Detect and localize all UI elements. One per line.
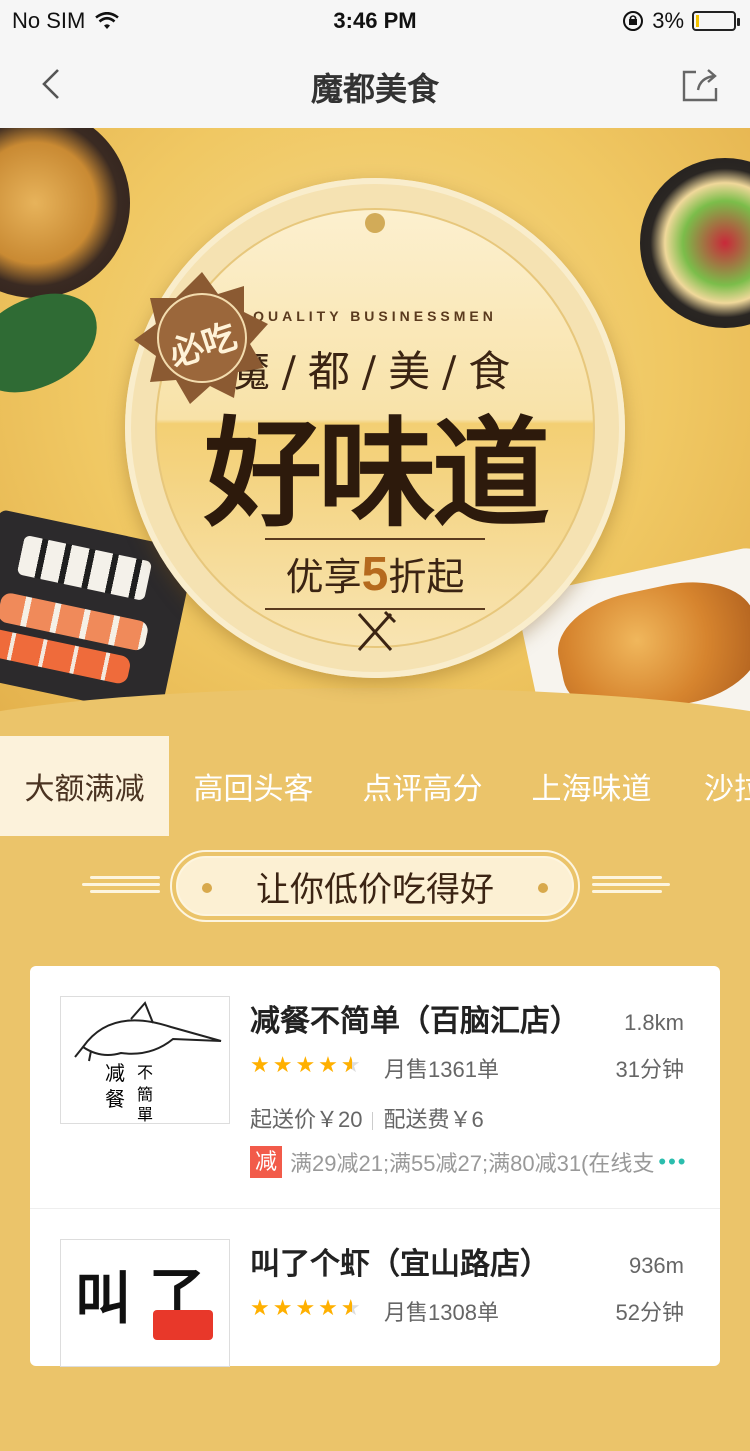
banner-offer: 优享5折起 [265,538,485,610]
banner-medallion: QUALITY BUSINESSMEN 魔/都/美/食 好味道 优享5折起 [125,178,625,678]
offer-prefix: 优享 [285,557,362,599]
tab-shanghai-flavor[interactable]: 上海味道 [507,736,676,836]
tab-label: 高回头客 [193,773,314,806]
battery-icon [692,11,740,31]
offer-number: 5 [361,548,389,601]
shop-name: 叫了个虾（宜山路店） [250,1248,550,1281]
rating-stars: ★★★★★★ [250,1295,364,1320]
tab-label: 点评高分 [362,773,483,806]
logo-char: 减 [105,1061,125,1085]
min-order: 起送价￥20 [250,1107,363,1132]
nav-bar: 魔都美食 [0,42,750,128]
share-icon[interactable] [678,62,722,106]
slogan-decor-right [592,872,670,902]
shop-distance: 936m [628,1253,684,1278]
shop-logo: 减 不 餐 簡 單 [60,996,230,1124]
list-item[interactable]: 叫 了 叫了个虾（宜山路店） 936m ★★★★★★ 月售1308单 52分钟 [30,1209,720,1451]
monthly-sales: 月售1361单 [384,1057,499,1082]
logo-char: 單 [137,1105,154,1124]
tab-label: 上海味道 [531,773,652,806]
food-plate-chicken-image [0,128,130,298]
slogan-dot-left [202,883,212,893]
slogan-text: 让你低价吃得好 [256,870,494,909]
logo-char: 不 [137,1063,154,1082]
orientation-lock-icon [623,11,644,31]
slogan-dot-right [538,883,548,893]
battery-percent: 3% [652,8,684,33]
tab-repeat-customers[interactable]: 高回头客 [169,736,338,836]
status-right: 3% [622,8,740,34]
promo-row: 减 满29减21;满55减27;满80减31(在线支 ••• [250,1146,688,1178]
tab-label: 沙拉 [704,773,750,806]
divider [372,1112,374,1131]
page-title: 魔都美食 [310,71,439,107]
medallion-hole [365,213,385,233]
tab-salad[interactable]: 沙拉 [676,736,750,836]
logo-char: 叫 [75,1266,131,1332]
more-icon[interactable]: ••• [658,1149,687,1175]
slogan-inner: 让你低价吃得好 [176,856,574,916]
status-bar: No SIM 3:46 PM 3% [0,0,750,42]
leaf-image [0,282,110,404]
shop-logo: 叫 了 [60,1239,230,1367]
delivery-time: 52分钟 [615,1300,684,1325]
discount-badge: 减 [250,1146,282,1178]
fork-knife-icon [357,610,397,651]
tab-label: 大额满减 [24,773,145,806]
shop-name: 减餐不简单（百脑汇店） [250,1005,580,1038]
food-plate-tuna-image [640,158,750,328]
tab-big-discount[interactable]: 大额满减 [0,736,169,836]
logo-char: 餐 [105,1087,125,1111]
offer-suffix: 折起 [388,557,465,599]
promo-banner[interactable]: QUALITY BUSINESSMEN 魔/都/美/食 好味道 优享5折起 必吃 [0,128,750,738]
rating-stars: ★★★★★★ [250,1052,364,1077]
delivery-time: 31分钟 [615,1057,684,1082]
tab-high-rating[interactable]: 点评高分 [338,736,507,836]
promo-text: 满29减21;满55减27;满80减31(在线支 [290,1151,655,1176]
monthly-sales: 月售1308单 [384,1300,499,1325]
slogan-decor-left [82,872,160,902]
logo-red-mark [153,1310,213,1340]
delivery-fee: 配送费￥6 [383,1107,484,1132]
list-item[interactable]: 减 不 餐 簡 單 减餐不简单（百脑汇店） 1.8km ★★★★★★ 月售136… [30,966,720,1208]
must-eat-badge: 必吃 [132,268,272,408]
shop-list: 减 不 餐 簡 單 减餐不简单（百脑汇店） 1.8km ★★★★★★ 月售136… [30,966,720,1367]
slogan-banner: 让你低价吃得好 [170,850,580,922]
category-tabs: 大额满减 高回头客 点评高分 上海味道 沙拉 [0,736,750,836]
shop-distance: 1.8km [624,1010,684,1035]
price-info: 起送价￥20 配送费￥6 [250,1102,484,1134]
